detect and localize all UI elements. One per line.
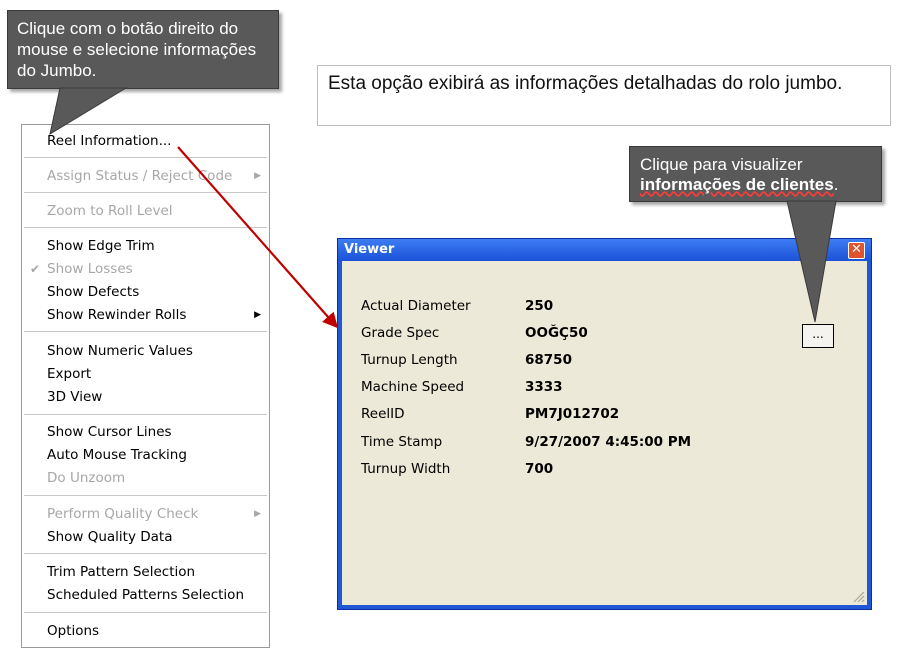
red-arrow-icon <box>177 146 339 329</box>
annotation-overlay <box>49 87 837 329</box>
callout-pointer <box>49 87 128 136</box>
callout-pointer <box>786 200 837 323</box>
